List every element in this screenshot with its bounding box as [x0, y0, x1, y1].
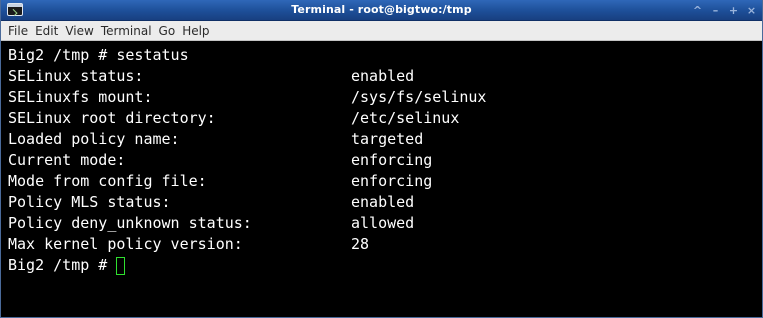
close-icon[interactable]: ×	[745, 4, 758, 17]
status-row-value: targeted	[351, 130, 424, 148]
status-row-value: allowed	[351, 214, 415, 232]
status-row-value: enabled	[351, 193, 415, 211]
menu-view[interactable]: View	[62, 21, 97, 41]
status-row: Loaded policy name: targeted	[8, 129, 762, 150]
status-row-label: Max kernel policy version:	[8, 235, 243, 253]
terminal-output[interactable]: Big2 /tmp # sestatus SELinux status: ena…	[1, 41, 762, 317]
scroll-up-icon[interactable]: ^	[691, 4, 704, 17]
command-line: Big2 /tmp # sestatus	[8, 46, 189, 64]
status-row: SELinuxfs mount: /sys/fs/selinux	[8, 87, 762, 108]
status-row-value: 28	[351, 235, 370, 253]
status-row-label: SELinux root directory:	[8, 109, 216, 127]
status-row-value: enabled	[351, 67, 415, 85]
minimize-icon[interactable]: –	[709, 4, 722, 17]
title-bar[interactable]: Terminal - root@bigtwo:/tmp ^ – + ×	[1, 0, 762, 21]
status-row-label: Policy deny_unknown status:	[8, 214, 252, 232]
menu-bar: File Edit View Terminal Go Help	[1, 21, 762, 41]
status-row-label: Policy MLS status:	[8, 193, 171, 211]
status-row: Max kernel policy version: 28	[8, 234, 762, 255]
status-row-label: SELinuxfs mount:	[8, 88, 153, 106]
status-row: SELinux root directory: /etc/selinux	[8, 108, 762, 129]
menu-go[interactable]: Go	[156, 21, 180, 41]
terminal-icon[interactable]	[7, 3, 23, 16]
status-row-value: enforcing	[351, 151, 433, 169]
status-row-value: /etc/selinux	[351, 109, 460, 127]
status-row-label: SELinux status:	[8, 67, 144, 85]
prompt-line[interactable]: Big2 /tmp #	[8, 255, 762, 276]
status-row-label: Loaded policy name:	[8, 130, 180, 148]
status-row: Policy MLS status: enabled	[8, 192, 762, 213]
status-row: Policy deny_unknown status: allowed	[8, 213, 762, 234]
menu-terminal[interactable]: Terminal	[98, 21, 156, 41]
status-row-label: Mode from config file:	[8, 172, 207, 190]
shell-prompt: Big2 /tmp #	[8, 256, 117, 274]
menu-help[interactable]: Help	[179, 21, 213, 41]
maximize-icon[interactable]: +	[727, 4, 740, 17]
window-title: Terminal - root@bigtwo:/tmp	[291, 3, 472, 16]
window-controls: ^ – + ×	[691, 0, 758, 20]
status-row: SELinux status: enabled	[8, 66, 762, 87]
status-row-value: enforcing	[351, 172, 433, 190]
status-row: Mode from config file: enforcing	[8, 171, 762, 192]
status-row: Current mode: enforcing	[8, 150, 762, 171]
text-cursor	[116, 257, 126, 275]
menu-edit[interactable]: Edit	[32, 21, 62, 41]
terminal-window: Terminal - root@bigtwo:/tmp ^ – + × File…	[0, 0, 763, 318]
status-row-value: /sys/fs/selinux	[351, 88, 487, 106]
menu-file[interactable]: File	[5, 21, 32, 41]
status-row-label: Current mode:	[8, 151, 126, 169]
